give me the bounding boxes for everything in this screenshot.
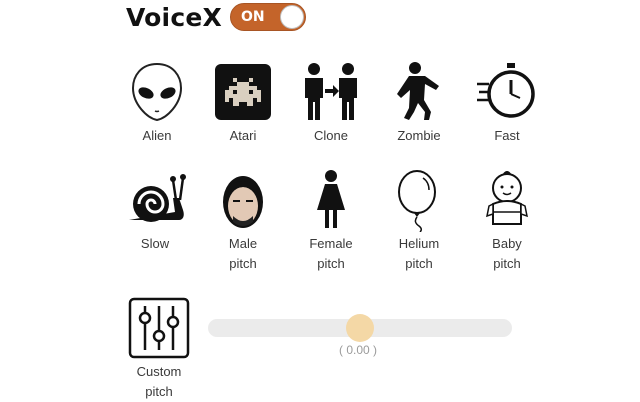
- power-toggle[interactable]: ON: [229, 3, 306, 31]
- male-face-icon: [223, 176, 263, 228]
- effect-zombie[interactable]: Zombie: [379, 60, 459, 146]
- baby-icon: [486, 171, 528, 225]
- pitch-slider[interactable]: [208, 314, 512, 342]
- effect-fast[interactable]: Fast: [467, 60, 547, 146]
- alien-icon: [131, 62, 183, 122]
- zombie-icon: [397, 62, 439, 120]
- effect-female-pitch[interactable]: Female pitch: [291, 168, 371, 274]
- toggle-label: ON: [240, 9, 265, 25]
- toggle-knob[interactable]: [279, 5, 304, 29]
- effect-label: Slow: [140, 236, 170, 251]
- effect-clone[interactable]: Clone: [291, 60, 371, 146]
- balloon-icon: [398, 170, 436, 232]
- effect-custom-pitch[interactable]: Custom pitch: [119, 296, 199, 402]
- app-title: VoiceX: [126, 2, 222, 32]
- clone-people-icon: [305, 63, 357, 120]
- effect-label: Clone: [314, 128, 348, 143]
- snail-icon: [129, 174, 186, 222]
- effect-label: Atari: [229, 128, 257, 143]
- female-figure-icon: [317, 170, 345, 228]
- effect-label: Female pitch: [309, 236, 353, 271]
- effect-slow[interactable]: Slow: [115, 168, 195, 254]
- effect-alien[interactable]: Alien: [117, 60, 197, 146]
- effect-helium-pitch[interactable]: Helium pitch: [379, 168, 459, 274]
- space-invader-icon: [215, 64, 271, 120]
- header: VoiceX ON: [126, 0, 306, 34]
- effect-label: Helium pitch: [398, 236, 440, 271]
- effect-label: Custom pitch: [136, 364, 182, 399]
- effect-baby-pitch[interactable]: Baby pitch: [467, 168, 547, 274]
- effect-label: Alien: [142, 128, 172, 143]
- effect-label: Male pitch: [228, 236, 258, 271]
- pitch-slider-thumb[interactable]: [346, 314, 374, 342]
- equalizer-sliders-icon: [128, 297, 190, 359]
- effect-label: Fast: [494, 128, 520, 143]
- effect-male-pitch[interactable]: Male pitch: [203, 168, 283, 274]
- pitch-value: ( 0.00 ): [338, 343, 377, 357]
- effect-label: Zombie: [397, 128, 441, 143]
- effect-label: Baby pitch: [492, 236, 522, 271]
- stopwatch-icon: [477, 63, 535, 118]
- effect-atari[interactable]: Atari: [203, 60, 283, 146]
